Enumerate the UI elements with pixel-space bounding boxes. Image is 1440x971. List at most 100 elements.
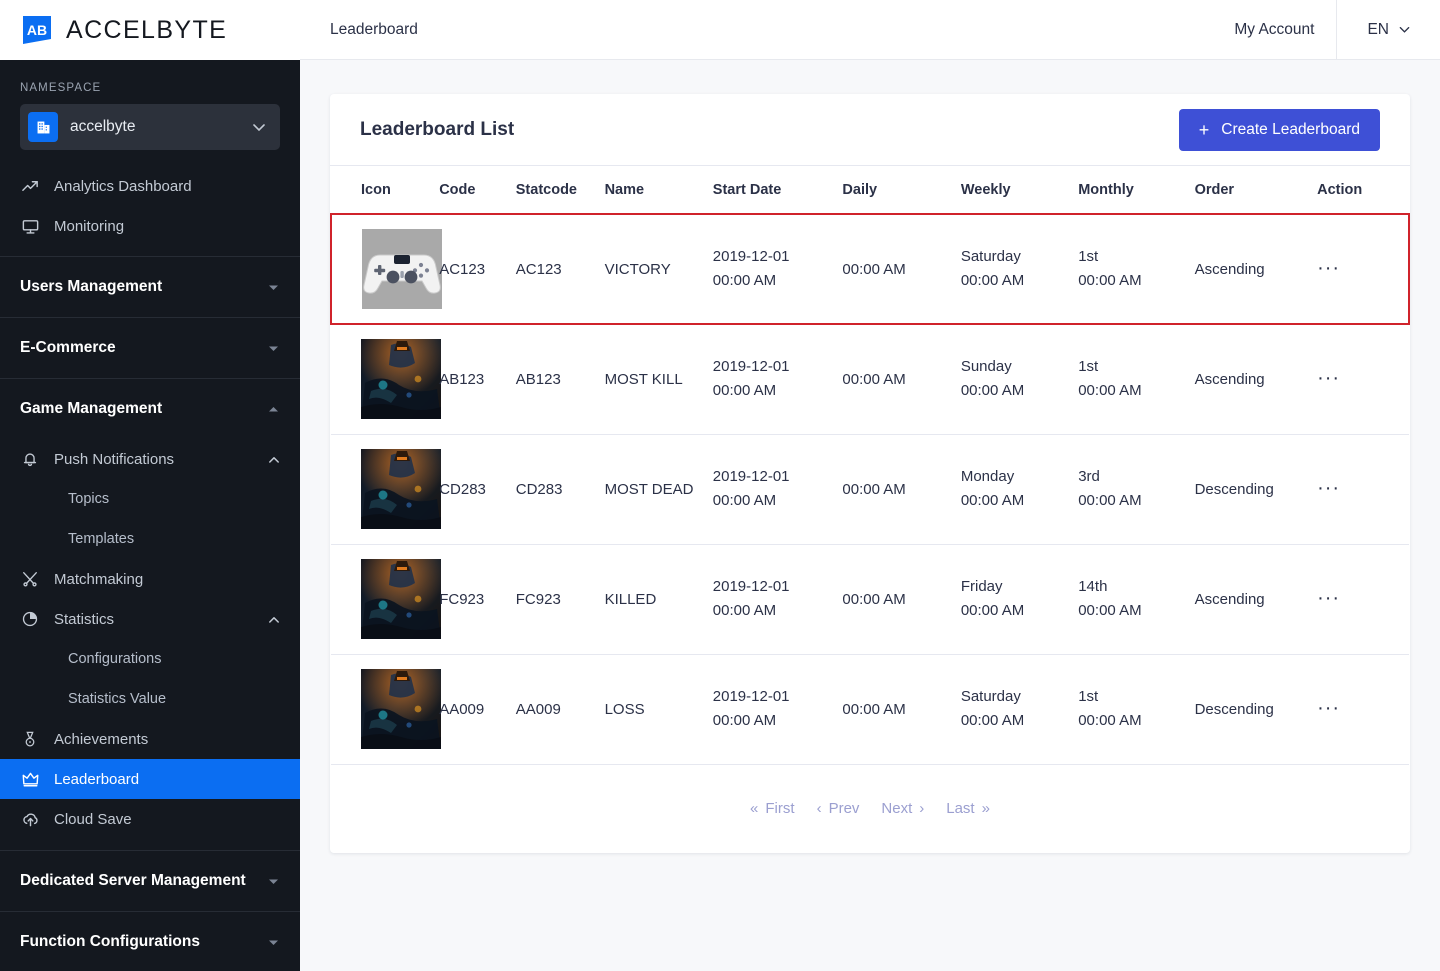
game-artwork-thumbnail: [361, 559, 441, 639]
sidebar-item-templates[interactable]: Templates: [0, 519, 300, 559]
cell-monthly: 14th 00:00 AM: [1078, 544, 1195, 655]
ps4-controller-thumbnail: [362, 229, 442, 309]
create-leaderboard-button[interactable]: + Create Leaderboard: [1178, 108, 1380, 151]
cell-statcode: AA009: [515, 654, 605, 765]
sidebar-group-game-management[interactable]: Game Management: [0, 378, 300, 439]
cell-weekly: Saturday 00:00 AM: [960, 654, 1079, 765]
chevron-down-icon: [267, 936, 280, 949]
table-row[interactable]: AA009 AA009 LOSS 2019-12-01 00:00 AM 00:00 AM…: [331, 654, 1409, 765]
matchmaking-icon: [20, 569, 40, 589]
sidebar-group-users-management[interactable]: Users Management: [0, 256, 300, 317]
sidebar-item-label: Matchmaking: [54, 570, 144, 588]
chevron-right-icon: ›: [919, 800, 925, 817]
game-artwork-thumbnail: [361, 339, 441, 420]
brand-name: ACCELBYTE: [66, 15, 228, 44]
breadcrumb: Leaderboard: [330, 20, 418, 38]
column-header-weekly: Weekly: [960, 166, 1079, 215]
pagination-next-label: Next: [881, 800, 913, 817]
cell-action: ···: [1317, 654, 1409, 765]
sidebar-item-topics[interactable]: Topics: [0, 479, 300, 519]
chevron-down-icon: [267, 875, 280, 888]
sidebar-item-configurations[interactable]: Configurations: [0, 639, 300, 679]
pie-chart-icon: [20, 609, 40, 629]
table-row[interactable]: AC123 AC123 VICTORY 2019-12-01 00:00 AM 00:00…: [330, 213, 1410, 325]
create-leaderboard-label: Create Leaderboard: [1221, 120, 1360, 138]
cell-monthly: 1st 00:00 AM: [1078, 654, 1195, 765]
sidebar-item-statistics-value[interactable]: Statistics Value: [0, 679, 300, 719]
cell-icon: [331, 654, 441, 765]
sidebar-item-monitoring[interactable]: Monitoring: [0, 206, 300, 246]
chevron-down-icon: [1398, 23, 1412, 37]
column-header-statcode: Statcode: [515, 166, 605, 215]
cell-start-date: 2019-12-01 00:00 AM: [712, 324, 843, 435]
double-chevron-right-icon: »: [981, 800, 990, 817]
cell-order: Ascending: [1194, 213, 1318, 325]
cell-monthly: 1st 00:00 AM: [1078, 324, 1195, 435]
cell-code: AA009: [439, 654, 516, 765]
sidebar-item-cloud-save[interactable]: Cloud Save: [0, 799, 300, 839]
column-header-start-date: Start Date: [712, 166, 843, 215]
cell-action: ···: [1317, 213, 1410, 325]
pagination-next[interactable]: Next ›: [870, 800, 935, 817]
pagination-prev-label: Prev: [828, 800, 860, 817]
cell-code: CD283: [439, 434, 516, 545]
table-row[interactable]: AB123 AB123 MOST KILL 2019-12-01 00:00 AM 00:…: [331, 324, 1409, 435]
sidebar-item-achievements[interactable]: Achievements: [0, 719, 300, 759]
my-account-link[interactable]: My Account: [1212, 21, 1336, 39]
double-chevron-left-icon: «: [750, 800, 759, 817]
sidebar-item-label: Configurations: [68, 651, 162, 667]
sidebar-item-push-notifications[interactable]: Push Notifications: [0, 439, 300, 479]
pagination-last-label: Last: [946, 800, 975, 817]
sidebar-item-leaderboard[interactable]: Leaderboard: [0, 759, 300, 799]
pagination-last[interactable]: Last »: [935, 800, 1001, 817]
cell-order: Descending: [1194, 434, 1318, 545]
cell-name: VICTORY: [604, 213, 713, 325]
cell-daily: 00:00 AM: [842, 213, 961, 325]
column-header-name: Name: [604, 166, 713, 215]
chevron-up-icon: [267, 403, 280, 416]
game-artwork-thumbnail: [361, 449, 441, 529]
cell-weekly: Sunday 00:00 AM: [960, 324, 1079, 435]
chevron-down-icon: [267, 281, 280, 294]
trend-up-icon: [20, 176, 40, 196]
cell-code: AB123: [439, 324, 516, 435]
chevron-left-icon: ‹: [816, 800, 822, 817]
content-area: Leaderboard List + Create Leaderboard Ic…: [300, 60, 1440, 971]
namespace-label: NAMESPACE: [20, 82, 102, 94]
sidebar-item-statistics[interactable]: Statistics: [0, 599, 300, 639]
accelbyte-logo-icon: AB: [20, 13, 54, 47]
cell-icon: [331, 434, 441, 545]
sidebar-group-label: Users Management: [20, 278, 163, 295]
medal-icon: [20, 729, 40, 749]
chevron-down-icon: [252, 120, 266, 134]
sidebar-group-label: Dedicated Server Management: [20, 872, 246, 889]
table-row[interactable]: FC923 FC923 KILLED 2019-12-01 00:00 AM 00:00 …: [331, 544, 1409, 655]
language-selector[interactable]: EN: [1336, 0, 1440, 60]
svg-text:AB: AB: [27, 22, 47, 38]
sidebar-item-matchmaking[interactable]: Matchmaking: [0, 559, 300, 599]
pagination: « First ‹ Prev Next › Last »: [330, 765, 1410, 853]
sidebar-item-analytics-dashboard[interactable]: Analytics Dashboard: [0, 166, 300, 206]
top-bar: Leaderboard My Account EN: [300, 0, 1440, 60]
cell-name: LOSS: [604, 654, 713, 765]
sidebar-group-function-configurations[interactable]: Function Configurations: [0, 911, 300, 971]
table-body: AC123 AC123 VICTORY 2019-12-01 00:00 AM 00:00…: [330, 213, 1410, 765]
table-row[interactable]: CD283 CD283 MOST DEAD 2019-12-01 00:00 AM 00:…: [331, 434, 1409, 545]
column-header-monthly: Monthly: [1078, 166, 1195, 215]
cell-daily: 00:00 AM: [842, 654, 961, 765]
game-artwork-thumbnail: [361, 669, 441, 749]
pagination-prev[interactable]: ‹ Prev: [806, 800, 871, 817]
app-root: AB ACCELBYTE NAMESPACE accelbyte Analyti…: [0, 0, 1440, 971]
sidebar-group-e-commerce[interactable]: E-Commerce: [0, 317, 300, 378]
column-header-daily: Daily: [842, 166, 961, 215]
brand-logo[interactable]: AB ACCELBYTE: [0, 0, 300, 60]
cell-statcode: AB123: [515, 324, 605, 435]
plus-icon: +: [1198, 119, 1210, 140]
cell-action: ···: [1317, 324, 1409, 435]
namespace-selector[interactable]: accelbyte: [20, 104, 280, 150]
sidebar-group-dedicated-server-management[interactable]: Dedicated Server Management: [0, 850, 300, 911]
cell-icon: [331, 544, 441, 655]
pagination-first[interactable]: « First: [739, 800, 806, 817]
page-title: Leaderboard List: [360, 118, 515, 140]
cell-action: ···: [1317, 544, 1409, 655]
